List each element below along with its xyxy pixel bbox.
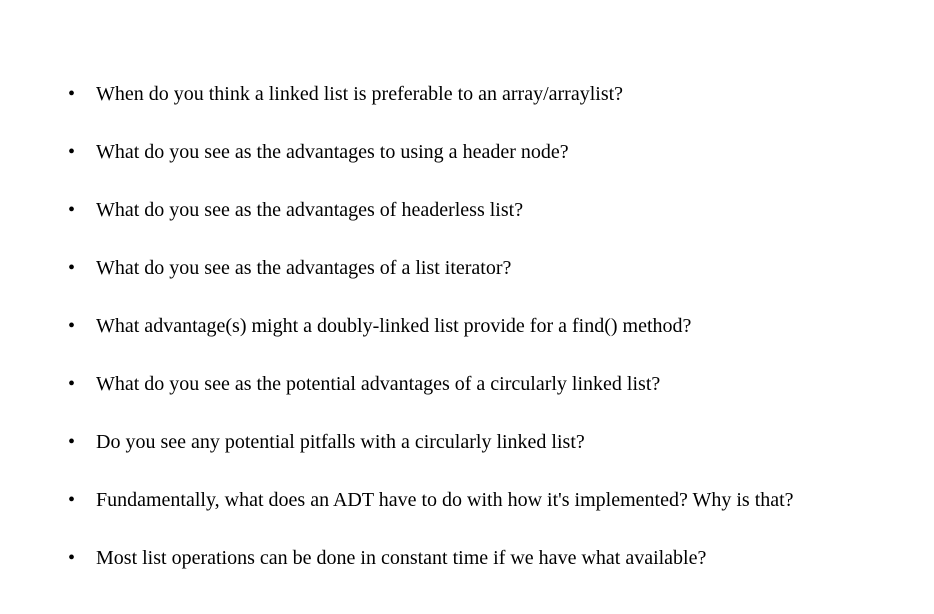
list-item: Most list operations can be done in cons…: [60, 544, 874, 572]
question-text: What do you see as the advantages of a l…: [96, 257, 511, 279]
question-text: What do you see as the advantages to usi…: [96, 141, 569, 163]
list-item: What do you see as the potential advanta…: [60, 370, 874, 398]
question-text: Do you see any potential pitfalls with a…: [96, 431, 585, 453]
list-item: What do you see as the advantages of a l…: [60, 254, 874, 282]
question-text: What advantage(s) might a doubly-linked …: [96, 315, 691, 337]
question-text: What do you see as the potential advanta…: [96, 373, 660, 395]
question-text: Most list operations can be done in cons…: [96, 547, 706, 569]
question-list: When do you think a linked list is prefe…: [60, 80, 874, 572]
list-item: What do you see as the advantages to usi…: [60, 138, 874, 166]
list-item: Do you see any potential pitfalls with a…: [60, 428, 874, 456]
list-item: What do you see as the advantages of hea…: [60, 196, 874, 224]
question-text: When do you think a linked list is prefe…: [96, 83, 623, 105]
list-item: What advantage(s) might a doubly-linked …: [60, 312, 874, 340]
question-text: What do you see as the advantages of hea…: [96, 199, 523, 221]
list-item: When do you think a linked list is prefe…: [60, 80, 874, 108]
list-item: Fundamentally, what does an ADT have to …: [60, 486, 874, 514]
question-text: Fundamentally, what does an ADT have to …: [96, 489, 794, 511]
